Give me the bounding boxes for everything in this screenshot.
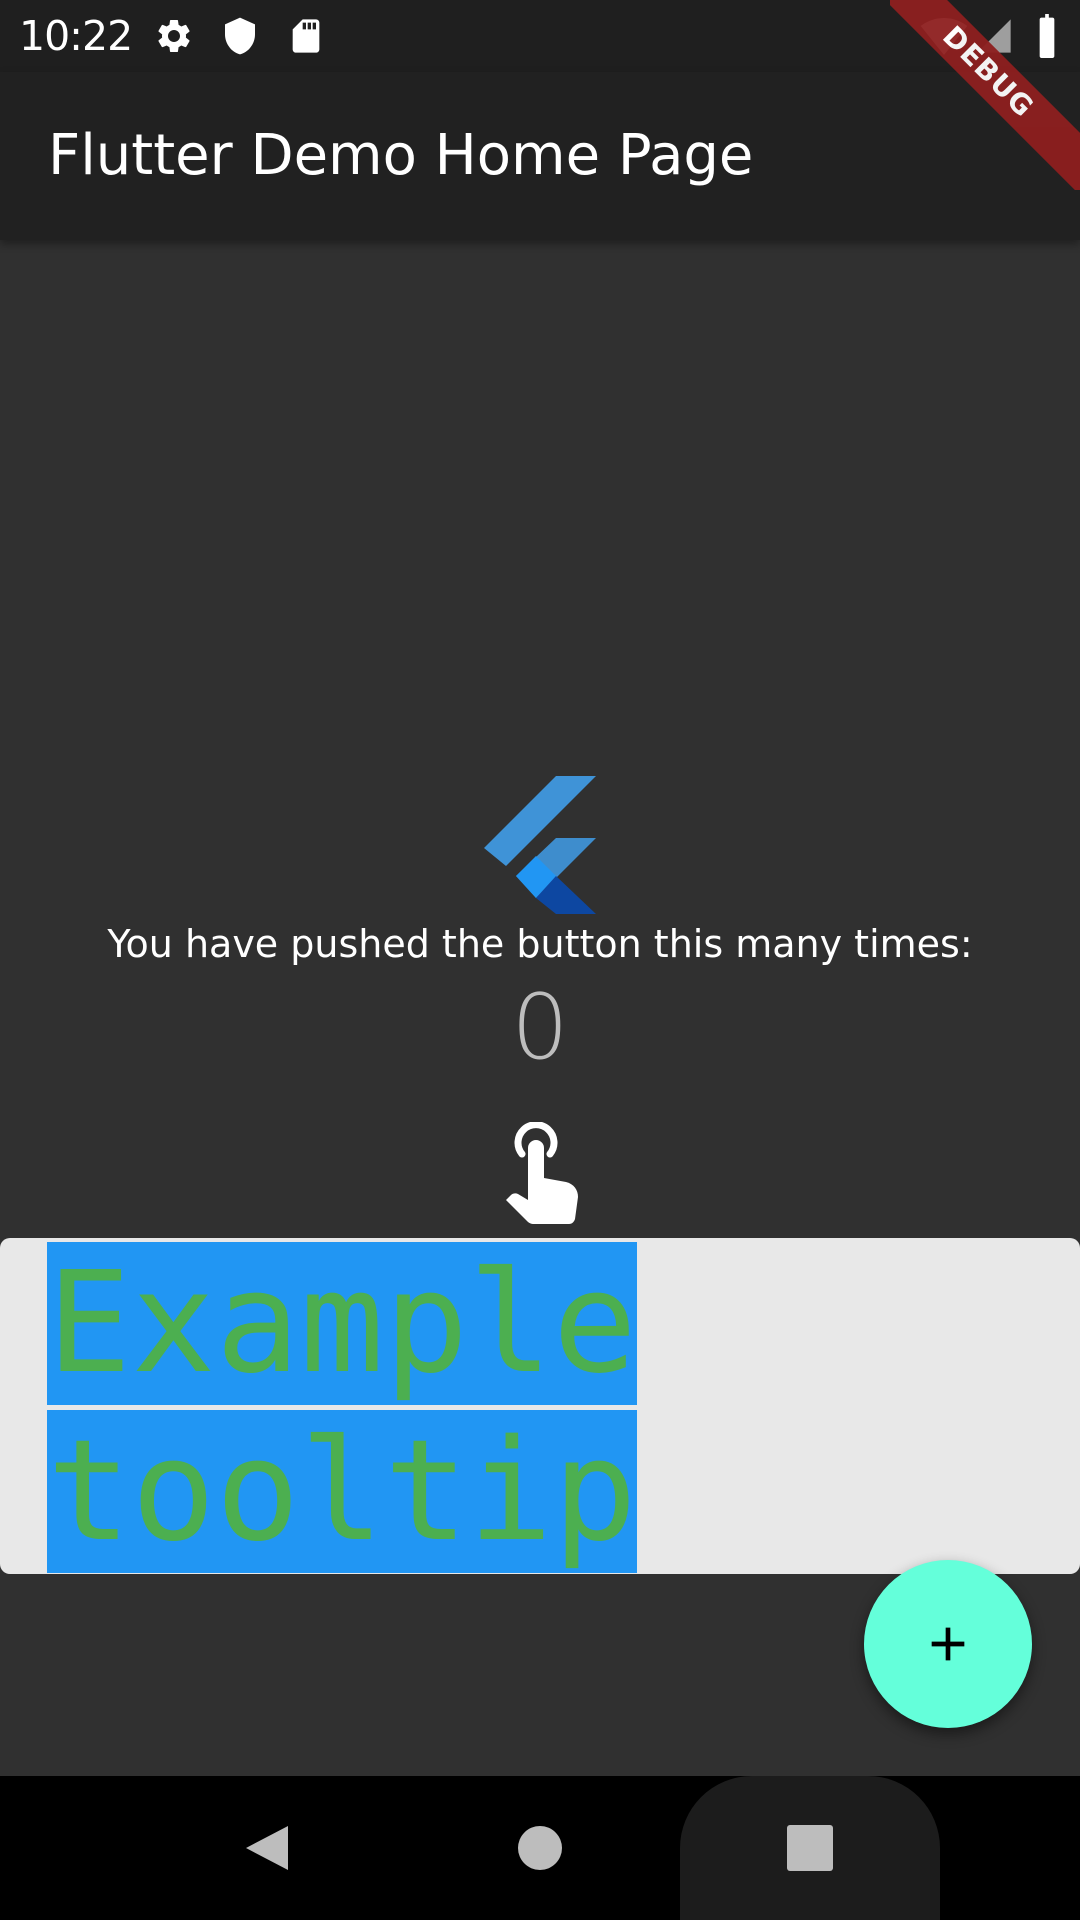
counter-caption: You have pushed the button this many tim… <box>107 922 973 966</box>
tooltip-line-1: Example <box>47 1242 638 1405</box>
tooltip-text: Example tooltip <box>47 1240 638 1576</box>
plus-icon <box>931 1627 965 1661</box>
status-bar: 10:22 <box>0 0 1080 72</box>
counter-value: 0 <box>511 975 569 1080</box>
status-time: 10:22 <box>19 12 133 60</box>
recents-icon[interactable] <box>778 1816 842 1880</box>
cell-signal-icon <box>977 19 1011 53</box>
navigation-bar <box>0 1776 1080 1920</box>
page-title: Flutter Demo Home Page <box>48 123 754 188</box>
touch-app-icon <box>506 1122 578 1224</box>
increment-button[interactable] <box>864 1560 1032 1728</box>
shield-icon <box>225 17 255 55</box>
sd-card-icon <box>292 19 320 53</box>
wifi-icon <box>920 18 968 55</box>
home-icon[interactable] <box>508 1816 572 1880</box>
flutter-logo <box>484 776 596 914</box>
app-bar: Flutter Demo Home Page <box>0 72 1080 240</box>
gear-icon <box>158 19 190 52</box>
tooltip-line-2: tooltip <box>47 1410 638 1573</box>
battery-icon <box>1039 14 1055 58</box>
back-icon[interactable] <box>236 1816 300 1880</box>
